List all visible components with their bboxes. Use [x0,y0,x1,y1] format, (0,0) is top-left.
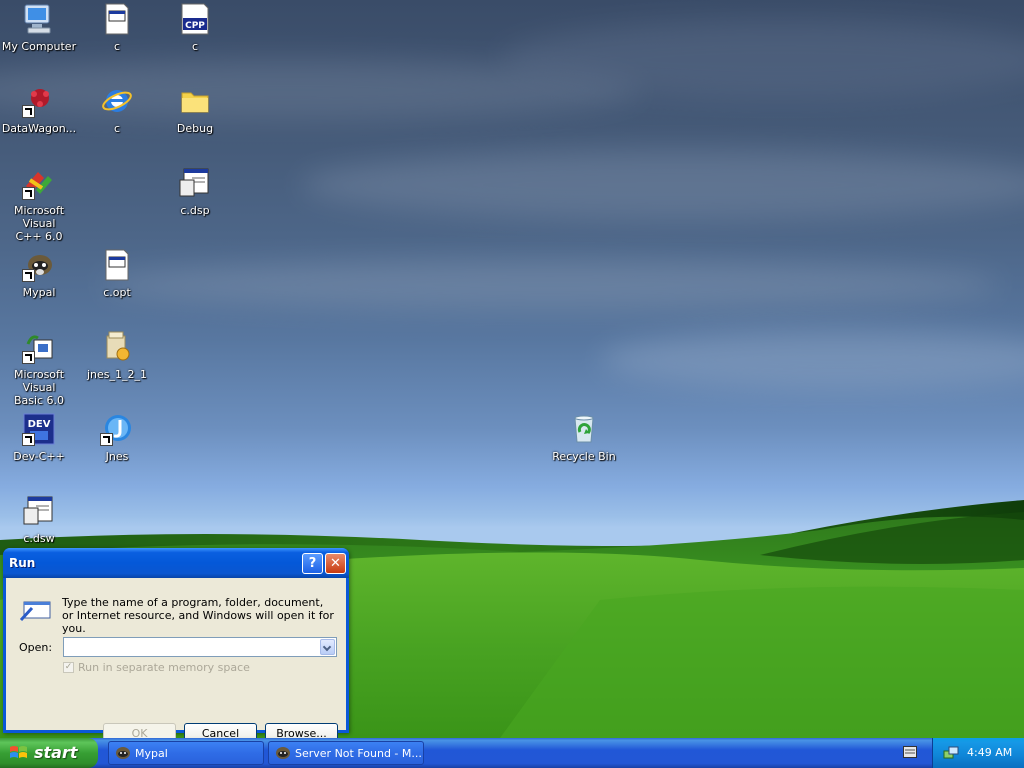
cancel-button[interactable]: Cancel [184,723,257,738]
desktop-icon-msvc[interactable]: Microsoft Visual C++ 6.0 [0,166,78,243]
desktop-icon-c-internet[interactable]: c [78,84,156,156]
open-label: Open: [19,641,53,654]
internet-explorer-icon [100,84,134,118]
desktop-icon-mypal[interactable]: Mypal [0,248,78,320]
keyboard-icon[interactable] [903,746,917,758]
desktop-icon-label: c [113,122,121,135]
taskbar: start Mypal Server Not Found - M... 4:49… [0,738,1024,768]
desktop-icon-label: Dev-C++ [13,450,65,463]
taskbar-item-label: Server Not Found - M... [295,747,422,760]
datawagon-icon [22,84,56,118]
desktop-icon-jnes[interactable]: Jnes [78,412,156,484]
visual-cpp-icon [22,166,56,200]
desktop-icon-label: Microsoft Visual C++ 6.0 [13,204,65,243]
browse-button[interactable]: Browse... [265,723,338,738]
desktop-icon-c-file[interactable]: c [78,2,156,74]
shortcut-arrow-icon [22,187,35,200]
desktop-icon-label: Mypal [22,286,56,299]
desktop-icon-label: Debug [176,122,214,135]
desktop-icon-jnes-zip[interactable]: jnes_1_2_1 [78,330,156,402]
desktop-icon-label: Recycle Bin [552,450,616,463]
mypal-icon [276,747,290,759]
desktop-icon-c-dsp[interactable]: c.dsp [156,166,234,238]
desktop[interactable]: My Computer c CPP c DataWagon... c Debug [0,0,1024,738]
mypal-icon [22,248,56,282]
desktop-icon-label: c.dsp [180,204,210,217]
run-dialog[interactable]: Run ? ✕ Type the name of a program, fold… [3,548,349,738]
separate-memory-checkbox[interactable]: ✓ [63,662,74,673]
dev-badge: DEV [28,419,51,430]
desktop-icon-c-cpp[interactable]: CPP c [156,2,234,74]
shortcut-arrow-icon [22,433,35,446]
shortcut-arrow-icon [100,433,113,446]
desktop-icon-my-computer[interactable]: My Computer [0,2,78,74]
separate-memory-label: Run in separate memory space [78,661,250,674]
desktop-icon-datawagon[interactable]: DataWagon... [0,84,78,156]
shortcut-arrow-icon [22,351,35,364]
desktop-icon-label: Microsoft Visual Basic 6.0 [13,368,65,407]
windows-logo-icon [10,746,27,758]
shortcut-arrow-icon [22,105,35,118]
desktop-icon-label: c [191,40,199,53]
desktop-icon-label: DataWagon... [1,122,77,135]
cpp-badge: CPP [185,21,205,31]
clock[interactable]: 4:49 AM [967,746,1012,759]
desktop-icon-msvb[interactable]: Microsoft Visual Basic 6.0 [0,330,78,407]
devcpp-icon: DEV [22,412,56,446]
dialog-title: Run [9,556,36,570]
run-dialog-body: Type the name of a program, folder, docu… [6,578,346,738]
open-combobox[interactable] [63,637,337,657]
ok-button[interactable]: OK [103,723,176,738]
taskbar-item-server-not-found[interactable]: Server Not Found - M... [268,741,424,765]
desktop-icon-c-opt[interactable]: c.opt [78,248,156,320]
system-tray: 4:49 AM [932,738,1024,768]
workspace-file-icon [178,166,212,200]
desktop-icon-label: jnes_1_2_1 [86,368,148,381]
help-button[interactable]: ? [302,553,323,574]
run-description: Type the name of a program, folder, docu… [62,596,334,635]
cpp-file-icon: CPP [178,2,212,36]
desktop-icon-debug[interactable]: Debug [156,84,234,156]
close-button[interactable]: ✕ [325,553,346,574]
run-program-icon [20,601,51,622]
desktop-icon-devcpp[interactable]: DEV Dev-C++ [0,412,78,484]
start-label: start [34,743,78,762]
start-button[interactable]: start [0,738,98,768]
taskbar-item-mypal[interactable]: Mypal [108,741,264,765]
visual-basic-icon [22,330,56,364]
workspace-file-icon [22,494,56,528]
network-icon[interactable] [943,745,959,761]
file-icon [100,2,134,36]
chevron-down-icon[interactable] [320,639,335,655]
folder-icon [178,84,212,118]
file-icon [100,248,134,282]
desktop-icon-label: c.opt [103,286,131,299]
desktop-icon-label: c [113,40,121,53]
installer-icon [100,330,134,364]
desktop-icon-recycle-bin[interactable]: Recycle Bin [545,412,623,484]
desktop-icon-label: c.dsw [23,532,55,545]
shortcut-arrow-icon [22,269,35,282]
desktop-icon-label: Jnes [105,450,129,463]
mypal-icon [116,747,130,759]
jnes-icon [100,412,134,446]
recycle-bin-icon [567,412,601,446]
computer-icon [22,2,56,36]
desktop-icon-label: My Computer [1,40,77,53]
taskbar-item-label: Mypal [135,747,168,760]
run-dialog-titlebar[interactable]: Run ? ✕ [3,548,349,578]
